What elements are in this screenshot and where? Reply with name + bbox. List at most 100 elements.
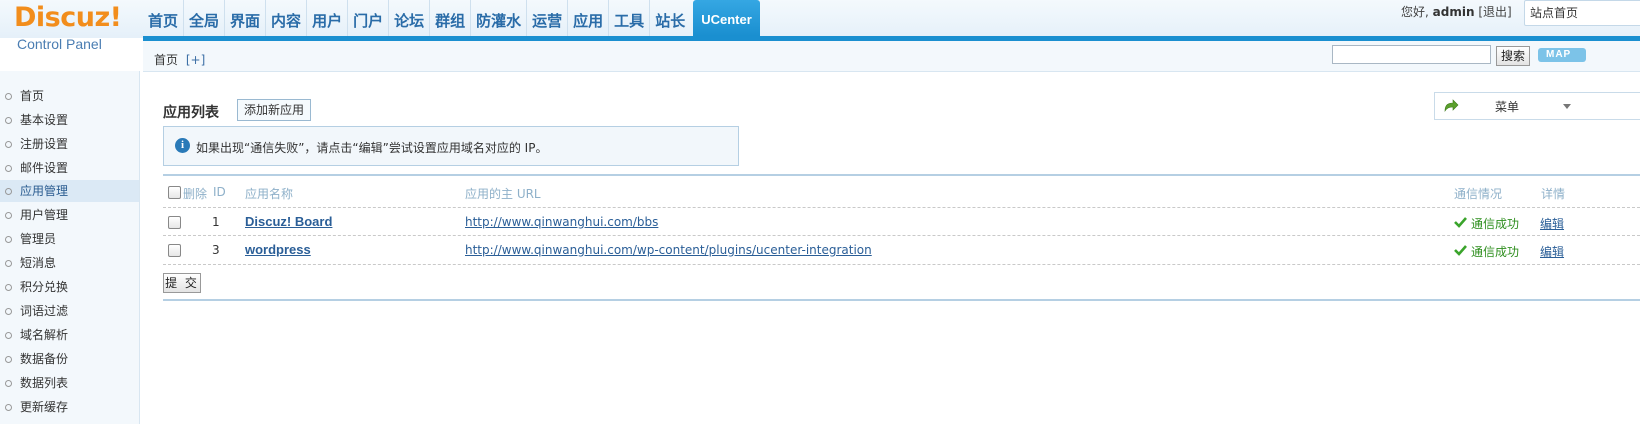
sidebar-item-credit-exchange[interactable]: 积分兑换	[0, 276, 139, 298]
header-delete: 删除	[183, 187, 208, 201]
sidebar-item-label: 用户管理	[20, 208, 69, 222]
app-name-link[interactable]: Discuz! Board	[245, 214, 332, 229]
sidebar-item-data-list[interactable]: 数据列表	[0, 372, 139, 394]
nav-group[interactable]: 群组	[429, 0, 470, 36]
header-status: 通信情况	[1454, 187, 1503, 201]
sidebar-item-label: 域名解析	[20, 328, 69, 342]
menu-button[interactable]: 菜单	[1434, 92, 1640, 120]
nav-apps[interactable]: 应用	[567, 0, 608, 36]
nav-operation[interactable]: 运营	[526, 0, 567, 36]
breadcrumb: 首页 [+]	[154, 51, 205, 68]
sidebar-item-update-cache[interactable]: 更新缓存	[0, 396, 139, 418]
sidebar-item-admins[interactable]: 管理员	[0, 228, 139, 250]
breadcrumb-home[interactable]: 首页	[154, 53, 178, 67]
select-all-checkbox[interactable]	[168, 186, 181, 199]
bullet-icon	[5, 308, 12, 315]
sidebar-item-domain-resolve[interactable]: 域名解析	[0, 324, 139, 346]
sub-bar: 首页 [+] 搜索 MAP	[143, 41, 1640, 72]
logo-text: Discuz!	[14, 2, 122, 33]
sidebar-item-label: 管理员	[20, 232, 57, 246]
table-row: 3 wordpress http://www.qinwanghui.com/wp…	[163, 235, 1640, 264]
search-input[interactable]	[1332, 45, 1491, 64]
nav-portal[interactable]: 门户	[347, 0, 388, 36]
app-url-link[interactable]: http://www.qinwanghui.com/bbs	[465, 215, 658, 229]
header-detail: 详情	[1541, 187, 1566, 201]
main-nav: 首页 全局 界面 内容 用户 门户 论坛 群组 防灌水 运营 应用 工具 站长 …	[143, 0, 760, 36]
sidebar-item-label: 数据列表	[20, 376, 69, 390]
logout-link[interactable]: [退出]	[1478, 5, 1511, 19]
header-app-url: 应用的主 URL	[465, 187, 541, 201]
nav-global[interactable]: 全局	[183, 0, 224, 36]
logo[interactable]: Discuz! Control Panel	[14, 0, 140, 70]
bullet-icon	[5, 404, 12, 411]
nav-home[interactable]: 首页	[143, 0, 183, 36]
search-button[interactable]: 搜索	[1496, 46, 1530, 66]
info-icon: i	[175, 138, 190, 153]
user-info: 您好, admin [退出]	[1401, 3, 1512, 20]
footer-divider	[163, 299, 1640, 301]
bullet-icon	[5, 141, 12, 148]
bullet-icon	[5, 260, 12, 267]
nav-style[interactable]: 界面	[224, 0, 265, 36]
sidebar-item-messages[interactable]: 短消息	[0, 252, 139, 274]
sidebar-item-register-settings[interactable]: 注册设置	[0, 133, 139, 155]
bullet-icon	[5, 165, 12, 172]
main-content: 应用列表 添加新应用 菜单 i 如果出现“通信失败”，请点击“编辑”尝试设置应用…	[163, 72, 1640, 424]
edit-link[interactable]: 编辑	[1540, 215, 1564, 232]
header-id: ID	[213, 185, 226, 199]
app-url-link[interactable]: http://www.qinwanghui.com/wp-content/plu…	[465, 243, 872, 257]
table-row: 1 Discuz! Board http://www.qinwanghui.co…	[163, 207, 1640, 236]
nav-user[interactable]: 用户	[306, 0, 347, 36]
add-app-button[interactable]: 添加新应用	[237, 99, 312, 121]
nav-ucenter[interactable]: UCenter	[693, 0, 760, 36]
bullet-icon	[5, 356, 12, 363]
bullet-icon	[5, 188, 12, 195]
bullet-icon	[5, 236, 12, 243]
bullet-icon	[5, 117, 12, 124]
menu-label: 菜单	[1495, 100, 1520, 114]
status-text: 通信成功	[1471, 217, 1520, 231]
sidebar-item-label: 积分兑换	[20, 280, 69, 294]
logo-subtitle: Control Panel	[17, 36, 102, 52]
sidebar-item-word-filter[interactable]: 词语过滤	[0, 300, 139, 322]
sidebar-item-home[interactable]: 首页	[0, 85, 139, 107]
table-bottom-border	[163, 264, 1640, 266]
sidebar-item-user-management[interactable]: 用户管理	[0, 204, 139, 226]
bullet-icon	[5, 212, 12, 219]
sidebar: 首页 基本设置 注册设置 邮件设置 应用管理 用户管理 管理员 短消息 积分兑换…	[0, 71, 140, 424]
bullet-icon	[5, 93, 12, 100]
site-home-button[interactable]: 站点首页	[1524, 0, 1640, 26]
sidebar-item-label: 短消息	[20, 256, 57, 270]
username: admin	[1432, 5, 1475, 19]
page-title: 应用列表	[163, 105, 219, 121]
bullet-icon	[5, 284, 12, 291]
nav-tools[interactable]: 工具	[608, 0, 649, 36]
nav-content[interactable]: 内容	[265, 0, 306, 36]
sidebar-item-app-management[interactable]: 应用管理	[0, 180, 139, 202]
status-text: 通信成功	[1471, 245, 1520, 259]
map-button[interactable]: MAP	[1538, 48, 1586, 62]
sidebar-item-label: 数据备份	[20, 352, 69, 366]
row-id: 3	[212, 243, 220, 257]
notice-box: i 如果出现“通信失败”，请点击“编辑”尝试设置应用域名对应的 IP。	[163, 126, 739, 166]
nav-antispam[interactable]: 防灌水	[470, 0, 526, 36]
nav-founder[interactable]: 站长	[649, 0, 690, 36]
check-icon	[1454, 217, 1467, 228]
table-header: 删除 ID 应用名称 应用的主 URL 通信情况 详情	[163, 176, 1640, 204]
greeting-text: 您好,	[1401, 5, 1429, 19]
bullet-icon	[5, 332, 12, 339]
sidebar-item-label: 更新缓存	[20, 400, 69, 414]
add-shortcut-link[interactable]: [+]	[186, 53, 205, 67]
app-name-link[interactable]: wordpress	[245, 242, 311, 257]
sidebar-item-data-backup[interactable]: 数据备份	[0, 348, 139, 370]
sidebar-item-label: 应用管理	[20, 184, 69, 198]
submit-button[interactable]: 提 交	[163, 273, 201, 293]
sidebar-item-label: 基本设置	[20, 113, 69, 127]
sidebar-item-label: 词语过滤	[20, 304, 69, 318]
sidebar-item-mail-settings[interactable]: 邮件设置	[0, 157, 139, 179]
row-checkbox[interactable]	[168, 244, 181, 257]
nav-forum[interactable]: 论坛	[388, 0, 429, 36]
edit-link[interactable]: 编辑	[1540, 243, 1564, 260]
sidebar-item-basic-settings[interactable]: 基本设置	[0, 109, 139, 131]
row-checkbox[interactable]	[168, 216, 181, 229]
